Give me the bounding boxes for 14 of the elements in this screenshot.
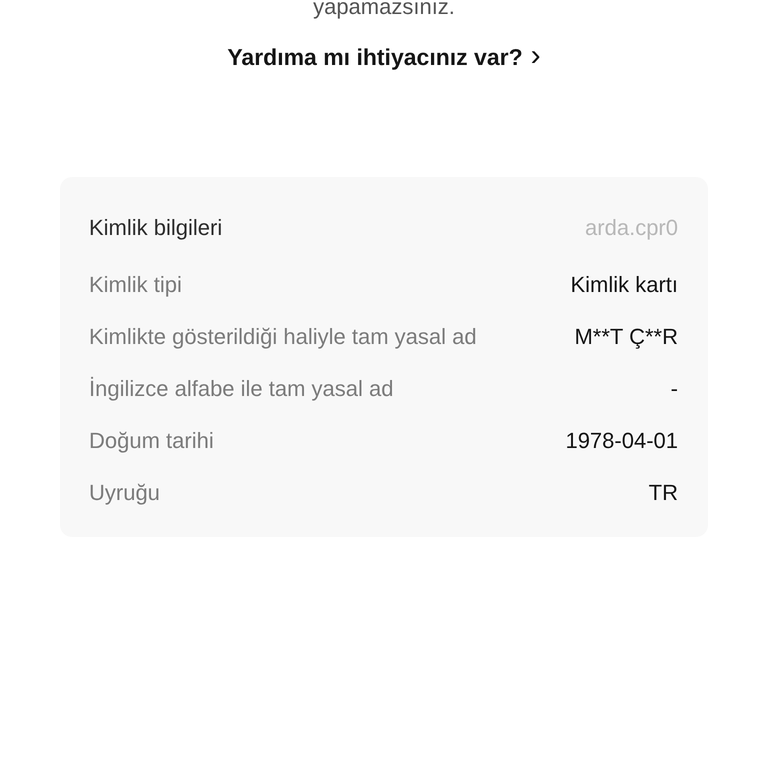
username-text: arda.cpr0 xyxy=(585,215,678,241)
field-value: M**T Ç**R xyxy=(574,324,678,350)
field-label: Doğum tarihi xyxy=(89,428,214,454)
field-label: Uyruğu xyxy=(89,480,160,506)
field-value: TR xyxy=(648,480,678,506)
card-title: Kimlik bilgileri xyxy=(89,215,222,241)
field-label: Kimlikte gösterildiği haliyle tam yasal ad xyxy=(89,324,477,350)
field-label: İngilizce alfabe ile tam yasal ad xyxy=(89,376,394,402)
field-label: Kimlik tipi xyxy=(89,272,182,298)
help-link[interactable]: Yardıma mı ihtiyacınız var? › xyxy=(227,44,541,71)
field-value: 1978-04-01 xyxy=(565,428,678,454)
field-value: Kimlik kartı xyxy=(570,272,678,298)
notice-text: yapamazsınız. xyxy=(313,0,455,18)
field-value: - xyxy=(670,376,678,402)
